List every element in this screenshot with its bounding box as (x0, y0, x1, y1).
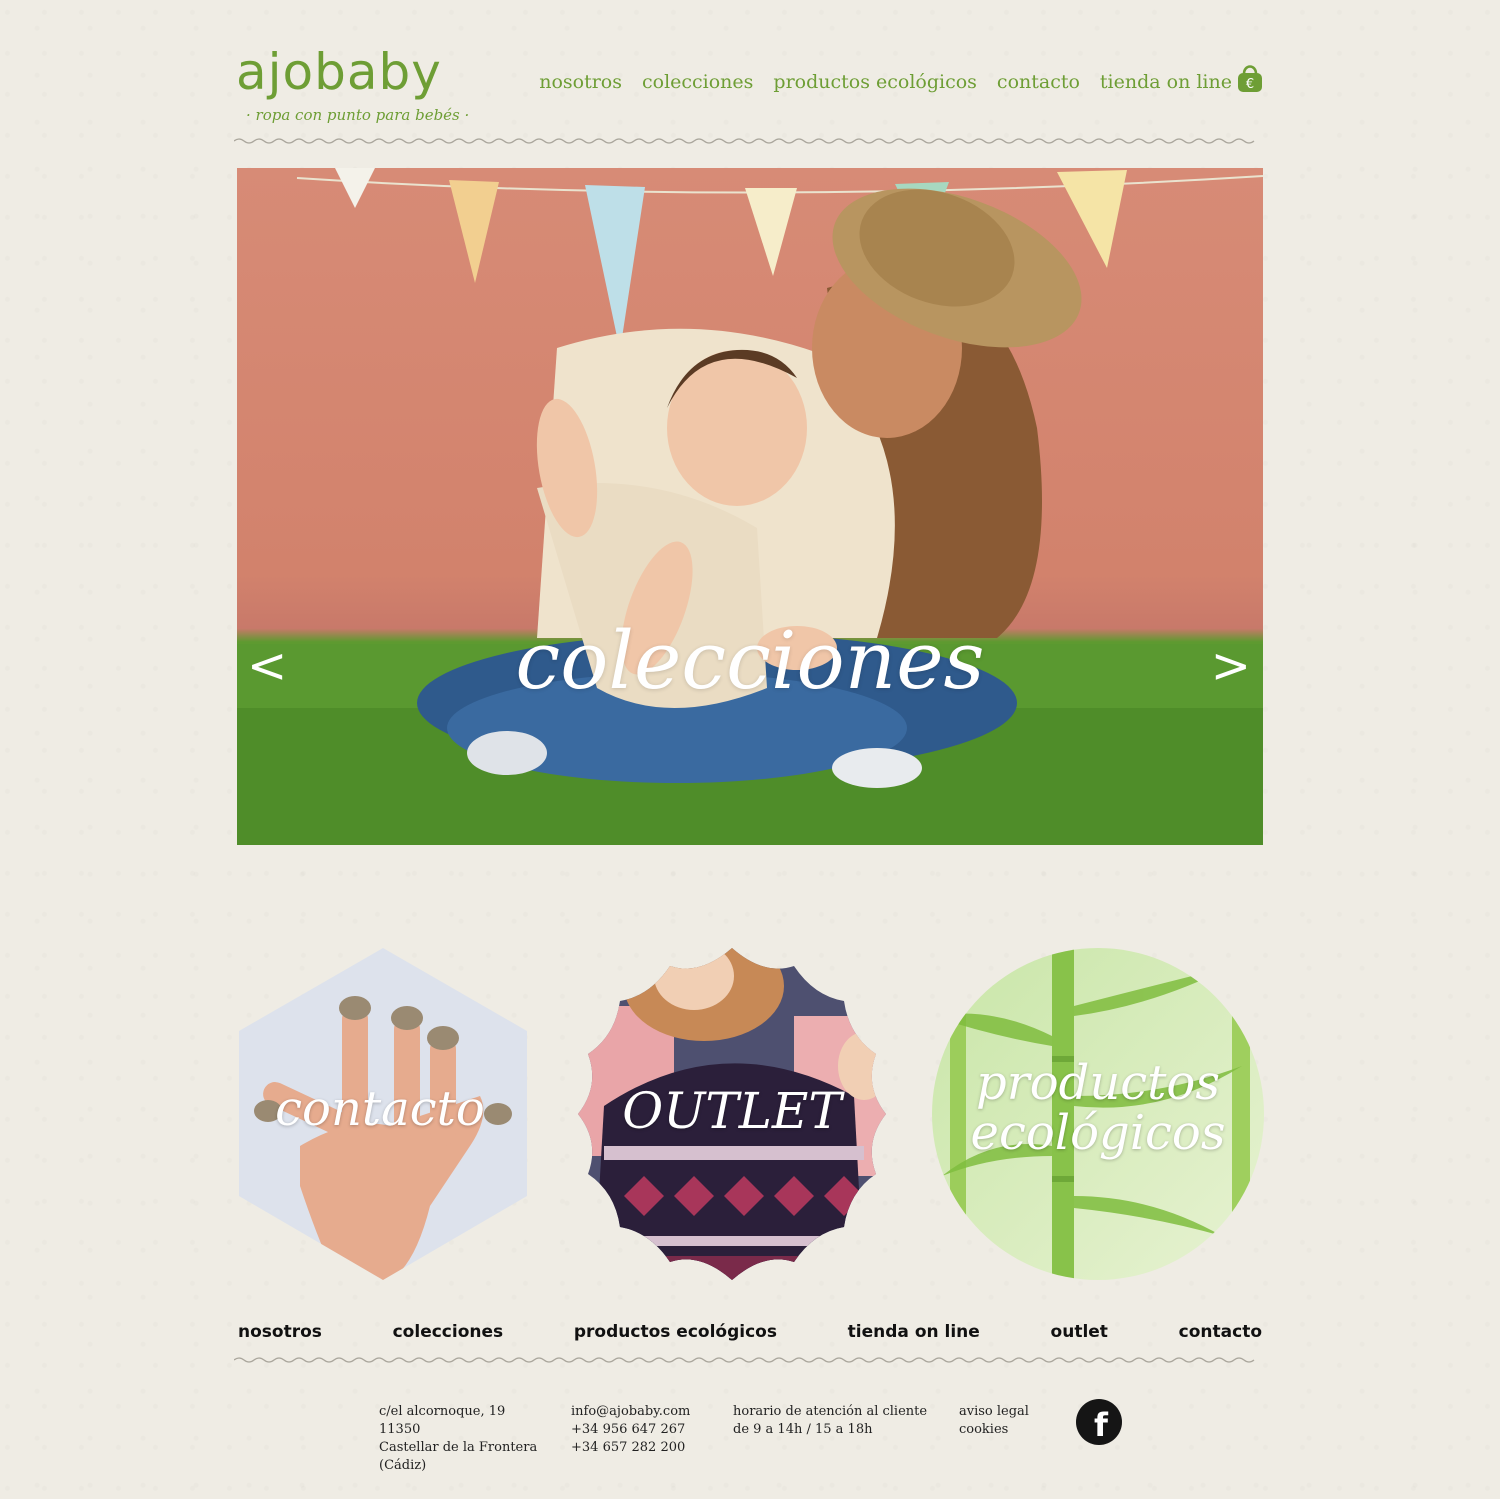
address-line: Castellar de la Frontera (379, 1440, 538, 1455)
nav-tienda-on-line[interactable]: tienda on line (1100, 71, 1232, 93)
nav-productos-ecologicos[interactable]: productos ecológicos (773, 71, 977, 93)
hero-photo (237, 168, 1263, 845)
footer-nav-contacto[interactable]: contacto (1179, 1322, 1262, 1342)
chevron-right-icon[interactable]: > (1211, 638, 1251, 694)
header-nav: nosotros colecciones productos ecológico… (519, 65, 1264, 94)
tile-productos-ecologicos-label-line2: ecológicos (970, 1105, 1226, 1161)
aviso-legal-link[interactable]: aviso legal (959, 1403, 1029, 1421)
header-divider (234, 138, 1255, 144)
logo-tagline: · ropa con punto para bebés · (246, 106, 470, 124)
hours-line: de 9 a 14h / 15 a 18h (733, 1422, 873, 1437)
chevron-left-icon[interactable]: < (247, 638, 287, 694)
footer-nav: nosotros colecciones productos ecológico… (238, 1322, 1262, 1342)
footer-address: c/el alcornoque, 19 11350 Castellar de l… (379, 1403, 537, 1475)
svg-text:€: € (1246, 77, 1254, 92)
footer-hours: horario de atención al cliente de 9 a 14… (733, 1403, 927, 1439)
logo-wordmark: ajobaby (236, 43, 442, 101)
tile-outlet-label: OUTLET (622, 1082, 842, 1140)
facebook-glyph: f (1094, 1406, 1108, 1444)
tile-productos-ecologicos-label-line1: productos (976, 1055, 1220, 1111)
phone-link[interactable]: +34 657 282 200 (571, 1439, 690, 1457)
nav-contacto[interactable]: contacto (997, 71, 1080, 93)
hero-slider: colecciones < > (237, 168, 1263, 845)
hero-title[interactable]: colecciones (237, 606, 1263, 716)
footer-nav-productos-ecologicos[interactable]: productos ecológicos (574, 1322, 777, 1342)
tile-outlet[interactable]: OUTLET (564, 946, 900, 1282)
tile-contacto[interactable]: contacto (230, 946, 530, 1282)
footer-nav-tienda-on-line[interactable]: tienda on line (848, 1322, 980, 1342)
footer-nav-colecciones[interactable]: colecciones (393, 1322, 504, 1342)
tile-productos-ecologicos[interactable]: productos ecológicos (932, 946, 1264, 1282)
address-line: (Cádiz) (379, 1458, 427, 1473)
shopping-basket-euro-icon[interactable]: € (1236, 60, 1264, 94)
footer-contact: info@ajobaby.com +34 956 647 267 +34 657… (571, 1403, 690, 1457)
footer-divider (234, 1357, 1255, 1363)
footer-legal: aviso legal cookies (959, 1403, 1029, 1439)
phone-link[interactable]: +34 956 647 267 (571, 1421, 690, 1439)
nav-colecciones[interactable]: colecciones (642, 71, 753, 93)
tile-contacto-label: contacto (275, 1081, 485, 1137)
footer-nav-nosotros[interactable]: nosotros (238, 1322, 322, 1342)
nav-nosotros[interactable]: nosotros (539, 71, 622, 93)
cookies-link[interactable]: cookies (959, 1421, 1029, 1439)
email-link[interactable]: info@ajobaby.com (571, 1403, 690, 1421)
hours-line: horario de atención al cliente (733, 1404, 928, 1419)
address-line: 11350 (379, 1422, 421, 1437)
site-logo[interactable]: ajobaby · ropa con punto para bebés · (236, 44, 476, 130)
address-line: c/el alcornoque, 19 (379, 1404, 506, 1419)
facebook-icon[interactable]: f (1076, 1399, 1122, 1445)
footer-nav-outlet[interactable]: outlet (1051, 1322, 1108, 1342)
